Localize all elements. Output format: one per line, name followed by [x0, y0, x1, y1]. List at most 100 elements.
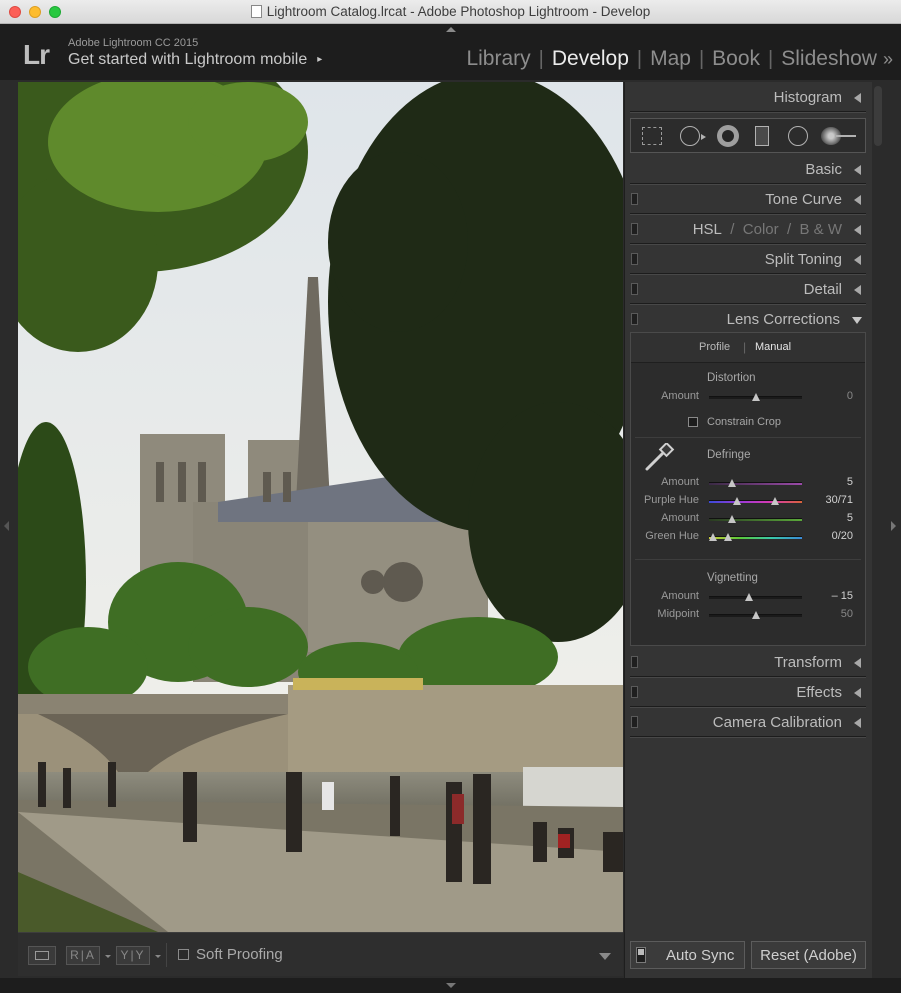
green-amount-value[interactable]: 5 — [847, 512, 853, 524]
panel-toggle-switch[interactable] — [631, 686, 638, 698]
panel-toggle-switch[interactable] — [631, 313, 638, 325]
loupe-view-icon — [35, 951, 49, 960]
panel-toggle-switch[interactable] — [631, 223, 638, 235]
panel-histogram-label: Histogram — [773, 89, 842, 106]
panel-divider — [630, 183, 866, 185]
purple-amount-slider[interactable] — [709, 479, 802, 487]
panel-hsl[interactable]: HSL / Color / B & W — [630, 216, 866, 245]
window-title-text: Lightroom Catalog.lrcat - Adobe Photosho… — [266, 4, 651, 19]
collapse-triangle-icon — [854, 255, 861, 265]
photo-canvas[interactable] — [18, 82, 623, 932]
before-after-swap-menu-icon[interactable] — [155, 955, 161, 958]
radial-filter-icon[interactable] — [788, 126, 808, 146]
expand-left-panel-icon[interactable] — [4, 521, 9, 531]
more-modules-icon[interactable]: » — [883, 49, 893, 70]
slider-knob-high[interactable] — [723, 533, 732, 541]
constrain-crop-label[interactable]: Constrain Crop — [707, 416, 781, 428]
vignetting-amount-slider[interactable] — [709, 593, 802, 601]
graduated-filter-icon[interactable] — [755, 126, 769, 146]
slider-knob-high[interactable] — [771, 497, 780, 505]
panel-toggle-switch[interactable] — [631, 716, 638, 728]
expand-filmstrip-icon[interactable] — [446, 983, 456, 988]
red-eye-icon[interactable] — [717, 125, 739, 147]
distortion-amount-value[interactable]: 0 — [847, 390, 853, 402]
purple-amount-value[interactable]: 5 — [847, 476, 853, 488]
panel-tone-curve[interactable]: Tone Curve — [630, 186, 866, 215]
distortion-amount-slider[interactable] — [709, 393, 802, 401]
vignetting-midpoint-value[interactable]: 50 — [841, 608, 853, 620]
green-hue-value[interactable]: 0/20 — [832, 530, 853, 542]
green-amount-label: Amount — [661, 512, 699, 524]
right-panel-scrollbar[interactable] — [872, 82, 884, 978]
panel-toggle-switch[interactable] — [631, 283, 638, 295]
module-book[interactable]: Book — [708, 47, 764, 71]
before-after-menu-icon[interactable] — [105, 955, 111, 958]
panel-toggle-switch[interactable] — [631, 193, 638, 205]
module-library[interactable]: Library — [462, 47, 534, 71]
fringe-color-selector-eyedropper-icon[interactable] — [641, 443, 677, 473]
slider-knob[interactable] — [751, 611, 760, 619]
vignetting-midpoint-slider[interactable] — [709, 611, 802, 619]
color-tab[interactable]: Color — [743, 221, 779, 238]
toolbar-options-dropdown-icon[interactable] — [599, 953, 611, 960]
toolbar-divider — [166, 943, 167, 967]
section-divider — [635, 437, 861, 438]
before-after-top-bottom-button[interactable]: Y|Y — [116, 946, 150, 965]
soft-proofing-checkbox[interactable] — [178, 949, 189, 960]
panel-camera-calibration[interactable]: Camera Calibration — [630, 709, 866, 738]
constrain-crop-checkbox[interactable] — [688, 417, 698, 427]
play-arrow-icon: ▸ — [317, 54, 323, 65]
before-after-left-right-button[interactable]: R|A — [66, 946, 100, 965]
green-amount-slider[interactable] — [709, 515, 802, 523]
module-develop[interactable]: Develop — [548, 47, 633, 71]
panel-histogram[interactable]: Histogram — [630, 84, 866, 113]
collapse-right-panel-icon[interactable] — [891, 521, 896, 531]
panel-transform[interactable]: Transform — [630, 649, 866, 678]
panel-detail[interactable]: Detail — [630, 276, 866, 305]
module-separator: | — [538, 47, 544, 70]
vignetting-amount-label: Amount — [661, 590, 699, 602]
slider-knob-low[interactable] — [732, 497, 741, 505]
collapse-triangle-icon — [854, 658, 861, 668]
auto-sync-switch[interactable] — [636, 947, 646, 963]
panel-split-toning-label: Split Toning — [764, 251, 842, 268]
panel-basic[interactable]: Basic — [630, 156, 866, 185]
slider-knob-low[interactable] — [708, 533, 717, 541]
module-map[interactable]: Map — [646, 47, 695, 71]
bw-tab[interactable]: B & W — [799, 221, 842, 238]
scrollbar-thumb[interactable] — [874, 86, 882, 146]
purple-amount-label: Amount — [661, 476, 699, 488]
panel-lens-corrections[interactable]: Lens Corrections — [630, 306, 866, 332]
reset-button[interactable]: Reset (Adobe) — [751, 941, 866, 969]
panel-tone-curve-label: Tone Curve — [765, 191, 842, 208]
document-icon — [250, 5, 262, 18]
panel-effects[interactable]: Effects — [630, 679, 866, 708]
purple-hue-slider[interactable] — [709, 497, 802, 505]
tab-manual[interactable]: Manual — [755, 341, 791, 353]
mobile-promo-link[interactable]: Get started with Lightroom mobile ▸ — [68, 51, 322, 69]
panel-lens-corrections-label: Lens Corrections — [726, 311, 840, 328]
slider-knob[interactable] — [744, 593, 753, 601]
hsl-tab[interactable]: HSL — [693, 221, 722, 238]
slider-knob[interactable] — [751, 393, 760, 401]
panel-toggle-switch[interactable] — [631, 253, 638, 265]
collapse-top-panel-icon[interactable] — [446, 27, 456, 32]
module-slideshow[interactable]: Slideshow — [777, 47, 881, 71]
collapse-triangle-icon — [854, 718, 861, 728]
window-title-bar: Lightroom Catalog.lrcat - Adobe Photosho… — [0, 0, 901, 24]
green-hue-slider[interactable] — [708, 533, 802, 541]
panel-split-toning[interactable]: Split Toning — [630, 246, 866, 275]
tab-profile[interactable]: Profile — [699, 341, 730, 353]
slider-knob[interactable] — [728, 515, 737, 523]
crop-tool-icon[interactable] — [642, 127, 662, 145]
soft-proofing-label[interactable]: Soft Proofing — [196, 946, 283, 963]
panel-transform-label: Transform — [774, 654, 842, 671]
purple-hue-value[interactable]: 30/71 — [825, 494, 853, 506]
loupe-view-button[interactable] — [28, 946, 56, 965]
window-title: Lightroom Catalog.lrcat - Adobe Photosho… — [0, 4, 901, 19]
auto-sync-button[interactable]: Auto Sync — [630, 941, 745, 969]
panel-toggle-switch[interactable] — [631, 656, 638, 668]
slider-knob[interactable] — [728, 479, 737, 487]
spot-removal-icon[interactable] — [680, 126, 700, 146]
vignetting-amount-value[interactable]: – 15 — [832, 590, 853, 602]
